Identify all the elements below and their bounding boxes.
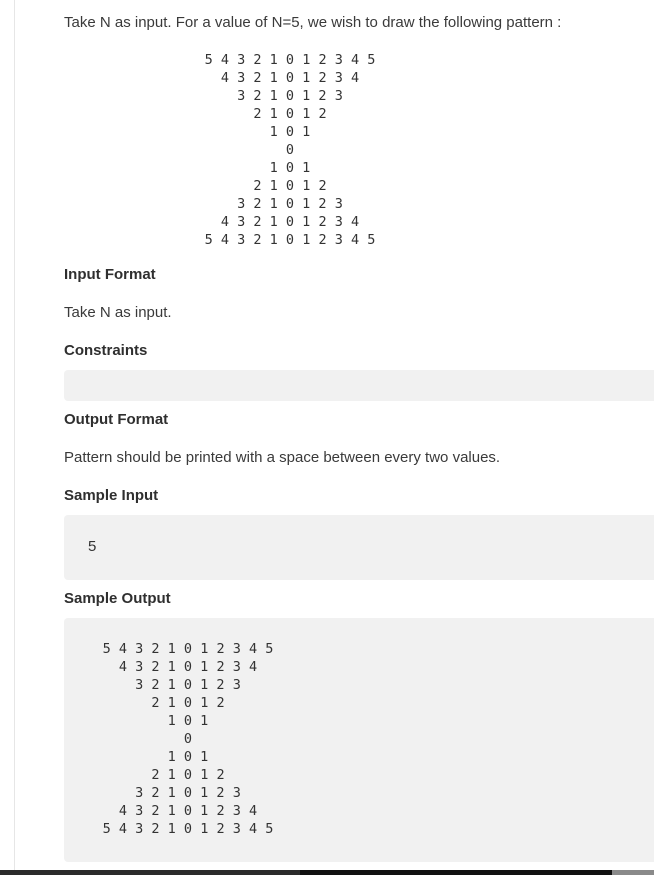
problem-intro: Take N as input. For a value of N=5, we … (64, 14, 562, 31)
pattern-example: 5 4 3 2 1 0 1 2 3 4 5 4 3 2 1 0 1 2 3 4 … (204, 52, 376, 248)
output-format-text: Pattern should be printed with a space b… (64, 449, 501, 466)
constraints-text (64, 370, 654, 382)
input-format-text: Take N as input. (64, 304, 172, 321)
sample-output-heading: Sample Output (64, 590, 171, 607)
sample-input-value: 5 (88, 538, 97, 555)
constraints-box (64, 370, 654, 401)
input-format-heading: Input Format (64, 266, 156, 283)
constraints-heading: Constraints (64, 342, 148, 359)
sample-output-box[interactable]: 5 4 3 2 1 0 1 2 3 4 5 4 3 2 1 0 1 2 3 4 … (64, 618, 654, 862)
scrollbar-corner (612, 870, 654, 875)
left-border (14, 0, 15, 870)
horizontal-scrollbar-thumb[interactable] (300, 870, 612, 875)
sample-input-heading: Sample Input (64, 487, 159, 504)
output-format-heading: Output Format (64, 411, 169, 428)
sample-output-value: 5 4 3 2 1 0 1 2 3 4 5 4 3 2 1 0 1 2 3 4 … (102, 641, 274, 837)
sample-input-box[interactable]: 5 (64, 515, 654, 580)
